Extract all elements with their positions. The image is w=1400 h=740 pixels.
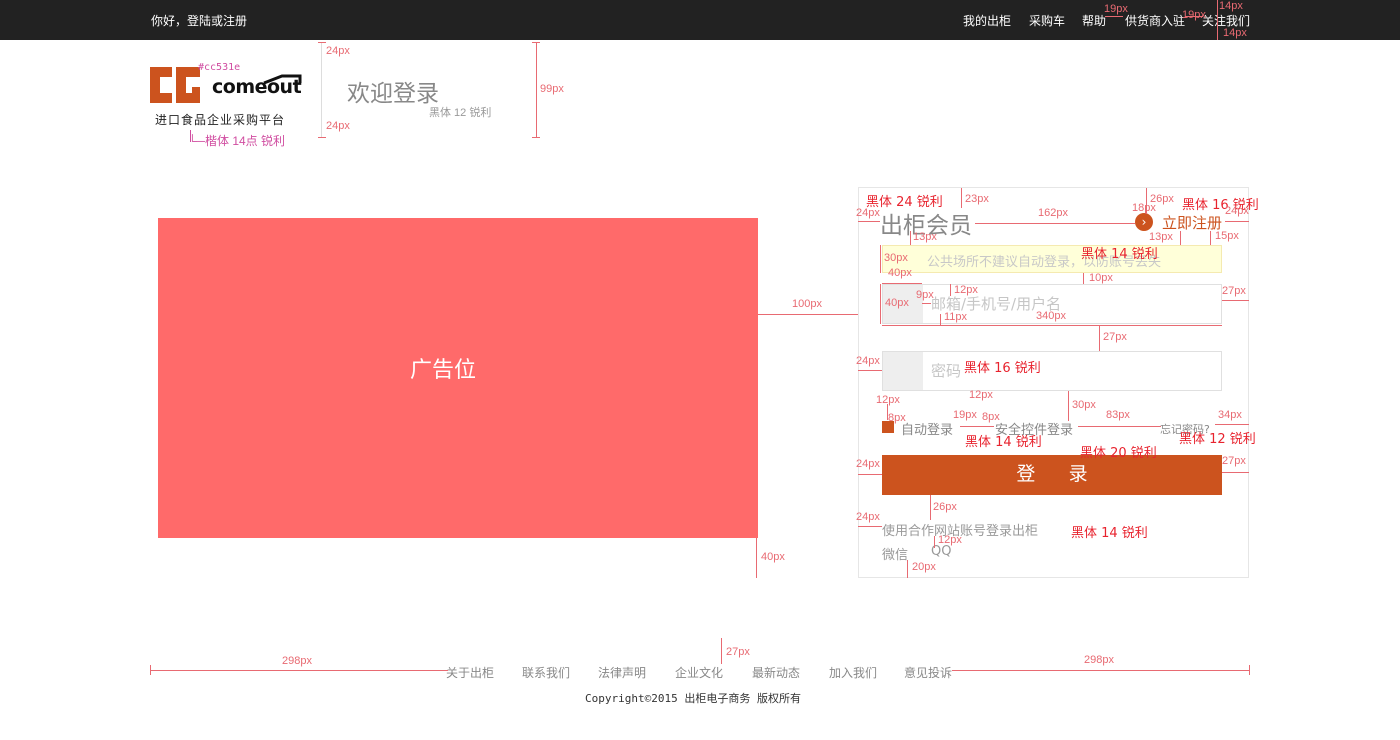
annotation: 黑体 12 锐利 [1179, 432, 1256, 447]
ad-banner[interactable]: 广告位 [158, 218, 758, 538]
annotation: 30px [1072, 399, 1096, 411]
annotation: 26px [933, 501, 957, 513]
register-link[interactable]: 立即注册 [1162, 212, 1222, 233]
annotation: 12px [969, 389, 993, 401]
annotation: 黑体 20 锐利 [1080, 446, 1157, 461]
annotation: 9px [916, 289, 934, 301]
annotation: 11px [944, 311, 968, 323]
annotation: 黑体 14 锐利 [965, 435, 1042, 450]
copyright: Copyright©2015 出柜电子商务 版权所有 [585, 692, 801, 705]
annotation: 13px [913, 231, 937, 243]
annotation: 黑体 12 锐利 [429, 107, 492, 119]
annotation: 14px [1219, 0, 1243, 12]
annotation: 13px [1149, 231, 1173, 243]
ad-label: 广告位 [409, 358, 476, 383]
annotation: 30px [884, 252, 908, 264]
footer-link-careers[interactable]: 加入我们 [829, 664, 877, 681]
annotation: 24px [856, 511, 880, 523]
annotation: 27px [1103, 331, 1127, 343]
annotation: 83px [1106, 409, 1130, 421]
annotation: └─楷体 14点 锐利 [188, 134, 286, 148]
annotation: 黑体 14 锐利 [1081, 247, 1158, 262]
annotation: 24px [856, 458, 880, 470]
annotation: 40px [885, 297, 909, 309]
annotation: 27px [726, 646, 750, 658]
footer-link-news[interactable]: 最新动态 [752, 664, 800, 681]
wechat-login-link[interactable]: 微信 [882, 544, 908, 563]
annotation: 18px [1132, 202, 1156, 214]
annotation: 99px [540, 83, 564, 95]
annotation: 24px [326, 120, 350, 132]
nav-help[interactable]: 帮助 [1082, 12, 1106, 29]
username-input[interactable] [931, 294, 1211, 314]
annotation: 8px [982, 411, 1000, 423]
annotation: 340px [1036, 310, 1066, 322]
footer-link-about[interactable]: 关于出柜 [446, 664, 494, 681]
annotation: 15px [1215, 230, 1239, 242]
footer-link-legal[interactable]: 法律声明 [598, 664, 646, 681]
login-button[interactable]: 登 录 [882, 455, 1222, 495]
lock-icon [883, 352, 923, 390]
annotation: 24px [856, 355, 880, 367]
annotation: 12px [954, 284, 978, 296]
annotation: 298px [1084, 654, 1114, 666]
auto-login-label[interactable]: 自动登录 [901, 419, 953, 438]
footer-link-culture[interactable]: 企业文化 [675, 664, 723, 681]
annotation: 23px [965, 193, 989, 205]
footer-link-contact[interactable]: 联系我们 [522, 664, 570, 681]
annotation: 100px [792, 298, 822, 310]
page-title: 欢迎登录 [347, 81, 439, 107]
login-register-link[interactable]: 你好，登陆或注册 [151, 12, 247, 29]
annotation: 24px [856, 207, 880, 219]
footer-link-feedback[interactable]: 意见投诉 [904, 664, 952, 681]
annotation: 19px [1104, 3, 1128, 15]
nav-purchase-cart[interactable]: 采购车 [1029, 12, 1065, 29]
brand-tagline: 进口食品企业采购平台 [155, 113, 286, 127]
annotation: 14px [1223, 27, 1247, 39]
annotation: 黑体 16 锐利 [964, 361, 1041, 376]
chevron-right-circle-icon[interactable]: › [1135, 213, 1153, 231]
annotation: 27px [1222, 285, 1246, 297]
annotation: 19px [1182, 9, 1206, 21]
annotation: 27px [1222, 455, 1246, 467]
annotation: 24px [326, 45, 350, 57]
annotation: 12px [938, 534, 962, 546]
annotation: 10px [1089, 272, 1113, 284]
annotation: 19px [953, 409, 977, 421]
login-notice: 公共场所不建议自动登录，以防账号丢失 [882, 245, 1222, 273]
annotation: 40px [761, 551, 785, 563]
annotation: 34px [1218, 409, 1242, 421]
annotation: 8px [888, 412, 906, 424]
nav-supplier-join[interactable]: 供货商入驻 [1125, 12, 1185, 29]
header-divider [321, 42, 322, 138]
nav-my-account[interactable]: 我的出柜 [963, 12, 1011, 29]
annotation: 12px [876, 394, 900, 406]
annotation: 24px [1225, 205, 1249, 217]
annotation: 20px [912, 561, 936, 573]
annotation: 162px [1038, 207, 1068, 219]
annotation: 40px [888, 267, 912, 279]
annotation: #cc531e [198, 62, 241, 73]
logo-mark[interactable] [150, 67, 202, 107]
annotation: 黑体 14 锐利 [1071, 526, 1148, 541]
logo-roof-graphic [263, 74, 302, 84]
annotation: 298px [282, 655, 312, 667]
password-field[interactable] [882, 351, 1222, 391]
